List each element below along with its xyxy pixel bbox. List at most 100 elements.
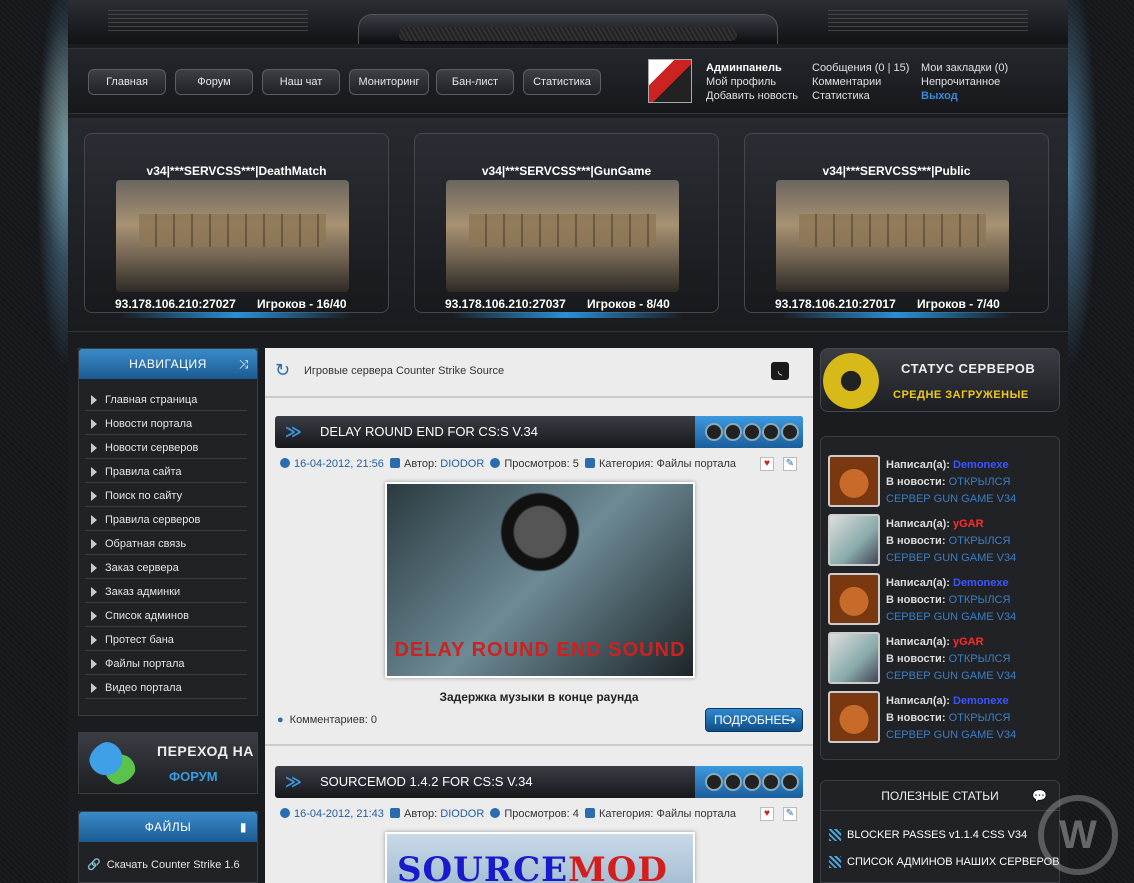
sidebar-item-portal-news[interactable]: Новости портала: [85, 413, 247, 435]
server-status-banner[interactable]: СТАТУС СЕРВЕРОВ СРЕДНЕ ЗАГРУЖЕНЫЕ: [820, 348, 1060, 412]
author-link[interactable]: DIODOR: [440, 808, 484, 820]
rating-star[interactable]: [724, 773, 742, 791]
server-card[interactable]: v34|***SERVCSS***|Public 93.178.106.210:…: [744, 133, 1049, 318]
comment-entry[interactable]: Написал(а): Demonexe В новости: ОТКРЫЛСЯ …: [828, 691, 1053, 747]
user-stats-link[interactable]: Статистика: [812, 89, 870, 103]
author-link[interactable]: DIODOR: [440, 458, 484, 470]
sidebar-item-portal-video[interactable]: Видео портала: [85, 677, 247, 699]
commenter-avatar[interactable]: [828, 573, 880, 625]
nav-button-home[interactable]: Главная: [88, 69, 166, 95]
commenter-name[interactable]: Demonexe: [953, 459, 1009, 471]
forum-banner[interactable]: ПЕРЕХОД НА ФОРУМ: [78, 732, 258, 794]
server-card[interactable]: v34|***SERVCSS***|GunGame 93.178.106.210…: [414, 133, 719, 318]
divider: [265, 396, 813, 398]
server-ip[interactable]: 93.178.106.210:27017: [775, 297, 896, 311]
favorite-icon[interactable]: ♥: [760, 457, 774, 471]
commenter-name[interactable]: yGAR: [953, 636, 984, 648]
rating-stars[interactable]: [695, 766, 803, 798]
rating-star[interactable]: [781, 423, 799, 441]
rating-star[interactable]: [705, 773, 723, 791]
divider: [265, 744, 813, 746]
news-title[interactable]: SOURCEMOD 1.4.2 FOR CS:S V.34: [320, 766, 533, 798]
sidebar-item-portal-files[interactable]: Файлы портала: [85, 653, 247, 675]
navigation-panel: НАВИГАЦИЯ ⤨ Главная страница Новости порт…: [78, 348, 258, 716]
sidebar-item-server-news[interactable]: Новости серверов: [85, 437, 247, 459]
news-title[interactable]: DELAY ROUND END FOR CS:S V.34: [320, 416, 538, 448]
sidebar-item-server-rules[interactable]: Правила серверов: [85, 509, 247, 531]
edit-icon[interactable]: ✎: [783, 457, 797, 471]
comment-entry[interactable]: Написал(а): yGAR В новости: ОТКРЫЛСЯ СЕРВ…: [828, 632, 1053, 688]
news-image[interactable]: SOURCEMOD: [385, 832, 695, 883]
server-players: Игроков - 7/40: [917, 297, 1000, 311]
clock-icon: [280, 808, 290, 818]
bookmarks-link[interactable]: Мои закладки (0): [921, 61, 1008, 75]
commenter-name[interactable]: Demonexe: [953, 577, 1009, 589]
server-card[interactable]: v34|***SERVCSS***|DeathMatch 93.178.106.…: [84, 133, 389, 318]
wrote-label: Написал(а):: [886, 695, 950, 707]
sidebar-item-site-rules[interactable]: Правила сайта: [85, 461, 247, 483]
sidebar-item-order-admin[interactable]: Заказ админки: [85, 581, 247, 603]
rss-icon[interactable]: ◟: [771, 362, 789, 380]
comment-entry[interactable]: Написал(а): Demonexe В новости: ОТКРЫЛСЯ …: [828, 455, 1053, 511]
news-meta: 16-04-2012, 21:43 Автор: DIODOR Просмотр…: [280, 808, 736, 820]
news-image[interactable]: DELAY ROUND END SOUND: [385, 482, 695, 678]
add-news-link[interactable]: Добавить новость: [706, 89, 798, 103]
unread-link[interactable]: Непрочитанное: [921, 75, 1000, 89]
commenter-avatar[interactable]: [828, 514, 880, 566]
comments-count[interactable]: ● Комментариев: 0: [277, 714, 377, 726]
rating-star[interactable]: [781, 773, 799, 791]
logo-plate: [358, 14, 778, 44]
chat-bubbles-icon: [89, 741, 137, 785]
sidebar-item-feedback[interactable]: Обратная связь: [85, 533, 247, 555]
logout-link[interactable]: Выход: [921, 89, 958, 103]
sidebar-item-search[interactable]: Поиск по сайту: [85, 485, 247, 507]
sidebar-item-order-server[interactable]: Заказ сервера: [85, 557, 247, 579]
useful-articles-panel: ПОЛЕЗНЫЕ СТАТЬИ 💬 BLOCKER PASSES v1.1.4 C…: [820, 780, 1060, 883]
rating-star[interactable]: [743, 423, 761, 441]
sidebar-item-admin-list[interactable]: Список админов: [85, 605, 247, 627]
comment-entry[interactable]: Написал(а): Demonexe В новости: ОТКРЫЛСЯ …: [828, 573, 1053, 629]
status-title: СТАТУС СЕРВЕРОВ: [901, 361, 1036, 376]
user-avatar[interactable]: [648, 59, 692, 103]
download-cs16-link[interactable]: 🔗 Скачать Counter Strike 1.6: [87, 858, 240, 871]
commenter-name[interactable]: Demonexe: [953, 695, 1009, 707]
admin-panel-link[interactable]: Админпанель: [706, 61, 782, 75]
article-link[interactable]: BLOCKER PASSES v1.1.4 CSS V34: [829, 829, 1027, 841]
nav-button-chat[interactable]: Наш чат: [262, 69, 340, 95]
rating-star[interactable]: [762, 423, 780, 441]
sidebar-item-home[interactable]: Главная страница: [85, 389, 247, 411]
nav-button-forum[interactable]: Форум: [175, 69, 253, 95]
commenter-name[interactable]: yGAR: [953, 518, 984, 530]
commenter-avatar[interactable]: [828, 691, 880, 743]
wrote-label: Написал(а):: [886, 636, 950, 648]
news-category[interactable]: Категория: Файлы портала: [599, 808, 736, 820]
server-ip[interactable]: 93.178.106.210:27037: [445, 297, 566, 311]
nav-button-stats[interactable]: Статистика: [523, 69, 601, 95]
status-value: СРЕДНЕ ЗАГРУЖЕНЫЕ: [893, 389, 1029, 401]
rating-star[interactable]: [705, 423, 723, 441]
article-link[interactable]: СПИСОК АДМИНОВ НАШИХ СЕРВЕРОВ: [829, 856, 1060, 868]
server-ip[interactable]: 93.178.106.210:27027: [115, 297, 236, 311]
in-news-label: В новости:: [886, 476, 946, 488]
news-title-bar: ≫ DELAY ROUND END FOR CS:S V.34: [275, 416, 803, 448]
comment-entry[interactable]: Написал(а): yGAR В новости: ОТКРЫЛСЯ СЕРВ…: [828, 514, 1053, 570]
comments-link[interactable]: Комментарии: [812, 75, 881, 89]
rating-stars[interactable]: [695, 416, 803, 448]
rating-star[interactable]: [724, 423, 742, 441]
favorite-icon[interactable]: ♥: [760, 807, 774, 821]
rating-star[interactable]: [743, 773, 761, 791]
messages-link[interactable]: Сообщения (0 | 15): [812, 61, 909, 75]
my-profile-link[interactable]: Мой профиль: [706, 75, 776, 89]
category-icon: [584, 808, 595, 818]
sidebar-item-ban-protest[interactable]: Протест бана: [85, 629, 247, 651]
nav-button-banlist[interactable]: Бан-лист: [436, 69, 514, 95]
wrote-label: Написал(а):: [886, 577, 950, 589]
commenter-avatar[interactable]: [828, 632, 880, 684]
news-category[interactable]: Категория: Файлы портала: [599, 458, 736, 470]
nav-button-monitoring[interactable]: Мониторинг: [349, 69, 429, 95]
in-news-label: В новости:: [886, 594, 946, 606]
rating-star[interactable]: [762, 773, 780, 791]
read-more-button[interactable]: ПОДРОБНЕЕ ➔: [705, 708, 803, 732]
edit-icon[interactable]: ✎: [783, 807, 797, 821]
commenter-avatar[interactable]: [828, 455, 880, 507]
